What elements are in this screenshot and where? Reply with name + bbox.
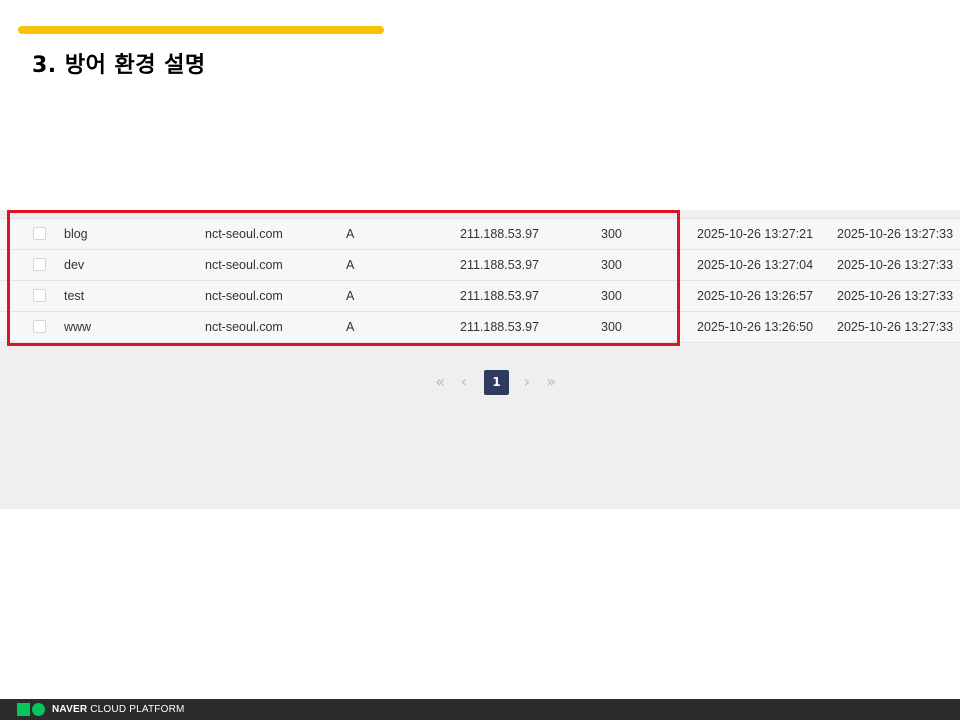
record-type: A [346,258,355,272]
naver-cloud-logo-icon [17,703,47,716]
row-checkbox[interactable] [33,320,46,333]
record-value: 211.188.53.97 [460,227,540,241]
double-chevron-right-icon[interactable]: » [541,369,561,395]
table-row[interactable]: www nct-seoul.com A 211.188.53.97 300 20… [0,312,960,343]
record-ttl: 300 [601,320,622,334]
record-value: 211.188.53.97 [460,258,540,272]
record-updated: 2025-10-26 13:27:33 [837,258,954,272]
page-1-button[interactable]: 1 [484,369,509,395]
record-name: blog [64,227,88,241]
record-domain: nct-seoul.com [205,258,283,272]
record-created: 2025-10-26 13:26:50 [697,320,814,334]
record-ttl: 300 [601,227,622,241]
footer-brand: NAVER CLOUD PLATFORM [52,699,185,720]
pagination: « ‹ 1 › » [430,369,565,395]
dns-record-table: blog nct-seoul.com A 211.188.53.97 300 2… [0,218,960,343]
record-created: 2025-10-26 13:27:04 [697,258,814,272]
record-updated: 2025-10-26 13:27:33 [837,289,954,303]
chevron-left-icon[interactable]: ‹ [454,369,474,395]
record-domain: nct-seoul.com [205,227,283,241]
footer-bar: NAVER CLOUD PLATFORM [0,699,960,720]
logo-square [17,703,30,716]
record-value: 211.188.53.97 [460,320,540,334]
record-created: 2025-10-26 13:27:21 [697,227,814,241]
row-checkbox[interactable] [33,227,46,240]
record-domain: nct-seoul.com [205,289,283,303]
record-type: A [346,320,355,334]
table-row[interactable]: blog nct-seoul.com A 211.188.53.97 300 2… [0,218,960,250]
record-name: www [64,320,92,334]
row-checkbox[interactable] [33,289,46,302]
table-row[interactable]: dev nct-seoul.com A 211.188.53.97 300 20… [0,250,960,281]
record-name: dev [64,258,85,272]
chevron-right-icon[interactable]: › [517,369,537,395]
dns-records-screenshot: blog nct-seoul.com A 211.188.53.97 300 2… [0,210,960,509]
slide-title: 3. 방어 환경 설명 [32,53,206,78]
record-ttl: 300 [601,258,622,272]
table-row[interactable]: test nct-seoul.com A 211.188.53.97 300 2… [0,281,960,312]
row-checkbox[interactable] [33,258,46,271]
record-name: test [64,289,85,303]
record-ttl: 300 [601,289,622,303]
record-updated: 2025-10-26 13:27:33 [837,320,954,334]
record-updated: 2025-10-26 13:27:33 [837,227,954,241]
brand-bold: NAVER [52,704,88,715]
double-chevron-left-icon[interactable]: « [430,369,450,395]
record-value: 211.188.53.97 [460,289,540,303]
record-domain: nct-seoul.com [205,320,283,334]
title-accent-bar [18,26,384,34]
record-created: 2025-10-26 13:26:57 [697,289,814,303]
logo-circle [32,703,45,716]
record-type: A [346,227,355,241]
brand-light: CLOUD PLATFORM [90,704,185,715]
record-type: A [346,289,355,303]
